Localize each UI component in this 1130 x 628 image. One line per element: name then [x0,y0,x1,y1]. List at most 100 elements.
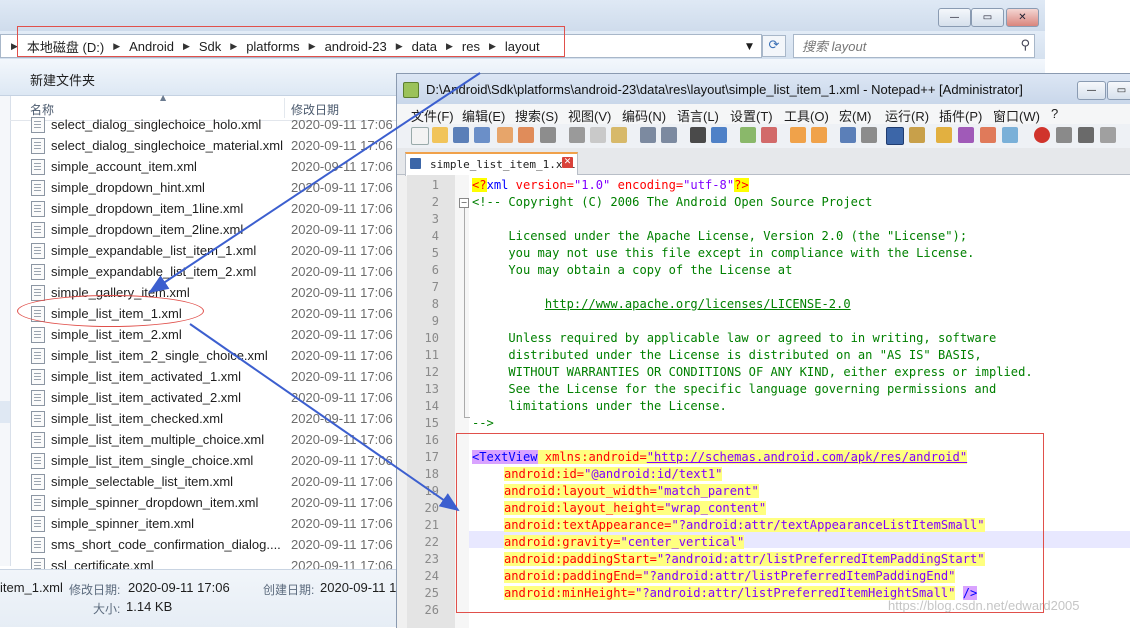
code-line-15[interactable]: --> [472,416,494,430]
menu-window[interactable]: 窗口(W) [993,106,1040,125]
find-icon[interactable] [690,127,706,143]
play-macro-icon[interactable] [1078,127,1094,143]
menu-search[interactable]: 搜索(S) [515,106,558,125]
copy-icon[interactable] [590,127,606,143]
file-row[interactable]: simple_list_item_multiple_choice.xml 2020… [24,429,400,450]
file-row[interactable]: simple_dropdown_hint.xml 2020-09-11 17:06 [24,177,400,198]
record-macro-icon[interactable] [1034,127,1050,143]
file-name[interactable]: simple_expandable_list_item_1.xml [51,243,256,258]
stop-macro-icon[interactable] [1056,127,1072,143]
menu-settings[interactable]: 设置(T) [730,106,773,125]
license-url-link[interactable]: http://www.apache.org/licenses/LICENSE-2… [545,297,851,311]
menu-edit[interactable]: 编辑(E) [462,106,505,125]
code-line-10[interactable]: Unless required by applicable law or agr… [472,331,996,345]
file-row[interactable]: simple_expandable_list_item_2.xml 2020-09… [24,261,400,282]
navigation-pane[interactable] [0,96,11,566]
file-name[interactable]: simple_list_item_activated_1.xml [51,369,241,384]
code-line-2[interactable]: <!-- Copyright (C) 2006 The Android Open… [472,195,872,209]
close-all-icon[interactable] [518,127,534,143]
maximize-button[interactable]: ▭ [1107,81,1130,100]
menu-plugins[interactable]: 插件(P) [939,106,982,125]
open-file-icon[interactable] [432,127,448,143]
code-line-12[interactable]: WITHOUT WARRANTIES OR CONDITIONS OF ANY … [472,365,1032,379]
tab-simple-list-item-1[interactable]: simple_list_item_1.xml ✕ [405,152,578,176]
sync-vertical-icon[interactable] [790,127,806,143]
file-name[interactable]: simple_list_item_multiple_choice.xml [51,432,264,447]
folder-workspace-icon[interactable] [958,127,974,143]
file-row[interactable]: simple_dropdown_item_2line.xml 2020-09-11… [24,219,400,240]
redo-icon[interactable] [661,127,677,143]
file-name[interactable]: simple_dropdown_item_2line.xml [51,222,243,237]
close-button[interactable]: ✕ [1006,8,1039,27]
code-line-14[interactable]: limitations under the License. [472,399,726,413]
tab-label[interactable]: simple_list_item_1.xml [430,158,576,171]
replace-icon[interactable] [711,127,727,143]
zoom-out-icon[interactable] [761,127,777,143]
file-row[interactable]: simple_list_item_2.xml 2020-09-11 17:06 [24,324,400,345]
file-name[interactable]: simple_list_item_single_choice.xml [51,453,253,468]
code-line-5[interactable]: you may not use this file except in comp… [472,246,974,260]
minimize-button[interactable]: — [938,8,971,27]
file-row[interactable]: sms_short_code_confirmation_dialog.... 20… [24,534,400,555]
save-icon[interactable] [453,127,469,143]
file-name[interactable]: sms_short_code_confirmation_dialog.... [51,537,281,552]
file-name[interactable]: simple_list_item_2.xml [51,327,182,342]
menu-file[interactable]: 文件(F) [411,106,454,125]
file-name[interactable]: simple_expandable_list_item_2.xml [51,264,256,279]
view-icon[interactable] [1002,127,1018,143]
file-name[interactable]: simple_dropdown_hint.xml [51,180,205,195]
file-row[interactable]: simple_spinner_item.xml 2020-09-11 17:06 [24,513,400,534]
maximize-button[interactable]: ▭ [971,8,1004,27]
undo-icon[interactable] [640,127,656,143]
menu-encoding[interactable]: 编码(N) [622,106,666,125]
file-row[interactable]: simple_expandable_list_item_1.xml 2020-09… [24,240,400,261]
print-icon[interactable] [540,127,556,143]
code-editor[interactable]: − 1 2 3 4 5 6 7 8 9 10 11 12 13 14 15 16 17 18 19 20 21 22 23 2… [407,175,1130,628]
file-name[interactable]: select_dialog_singlechoice_material.xml [51,138,283,153]
code-line-4[interactable]: Licensed under the Apache License, Versi… [472,229,967,243]
file-row[interactable]: simple_list_item_2_single_choice.xml 2020… [24,345,400,366]
search-input[interactable] [794,35,1020,57]
file-row[interactable]: simple_dropdown_item_1line.xml 2020-09-11… [24,198,400,219]
minimize-button[interactable]: — [1077,81,1106,100]
run-macro-multiple-icon[interactable] [1100,127,1116,143]
file-name[interactable]: simple_dropdown_item_1line.xml [51,201,243,216]
file-row[interactable]: simple_spinner_dropdown_item.xml 2020-09-… [24,492,400,513]
file-row[interactable]: simple_account_item.xml 2020-09-11 17:06 [24,156,400,177]
zoom-in-icon[interactable] [740,127,756,143]
code-line-13[interactable]: See the License for the specific languag… [472,382,996,396]
new-folder-button[interactable]: 新建文件夹 [30,70,95,89]
code-line-1[interactable]: <?xml version="1.0" encoding="utf-8"?> [472,178,749,192]
search-icon[interactable]: ⚲ [1020,38,1030,53]
save-all-icon[interactable] [474,127,490,143]
file-name[interactable]: simple_account_item.xml [51,159,197,174]
menu-help[interactable]: ? [1051,106,1058,121]
search-box[interactable]: ⚲ [793,34,1035,58]
menu-tools[interactable]: 工具(O) [784,106,829,125]
close-icon[interactable]: ✕ [562,157,573,168]
chevron-down-icon[interactable]: ▼ [746,42,753,52]
file-name[interactable]: simple_list_item_2_single_choice.xml [51,348,268,363]
file-row[interactable]: select_dialog_singlechoice_holo.xml 2020-… [24,114,400,135]
new-file-icon[interactable] [411,127,429,145]
file-row[interactable]: simple_list_item_checked.xml 2020-09-11 1… [24,408,400,429]
file-row[interactable]: simple_list_item_activated_1.xml 2020-09-… [24,366,400,387]
show-all-chars-icon[interactable] [861,127,877,143]
code-line-11[interactable]: distributed under the License is distrib… [472,348,981,362]
file-row[interactable]: select_dialog_singlechoice_material.xml 2… [24,135,400,156]
code-line-8[interactable]: http://www.apache.org/licenses/LICENSE-2… [472,297,851,311]
sync-horizontal-icon[interactable] [811,127,827,143]
close-file-icon[interactable] [497,127,513,143]
monitoring-icon[interactable] [980,127,996,143]
code-line-6[interactable]: You may obtain a copy of the License at [472,263,792,277]
file-row[interactable]: simple_list_item_single_choice.xml 2020-0… [24,450,400,471]
file-name[interactable]: simple_list_item_activated_2.xml [51,390,241,405]
file-name[interactable]: simple_spinner_item.xml [51,516,194,531]
indent-guide-icon[interactable] [886,127,904,145]
menu-macro[interactable]: 宏(M) [839,106,872,125]
fold-toggle-icon[interactable]: − [459,198,469,208]
file-row[interactable]: simple_list_item_activated_2.xml 2020-09-… [24,387,400,408]
file-row[interactable]: simple_selectable_list_item.xml 2020-09-1… [24,471,400,492]
function-list-icon[interactable] [936,127,952,143]
menu-view[interactable]: 视图(V) [568,106,611,125]
